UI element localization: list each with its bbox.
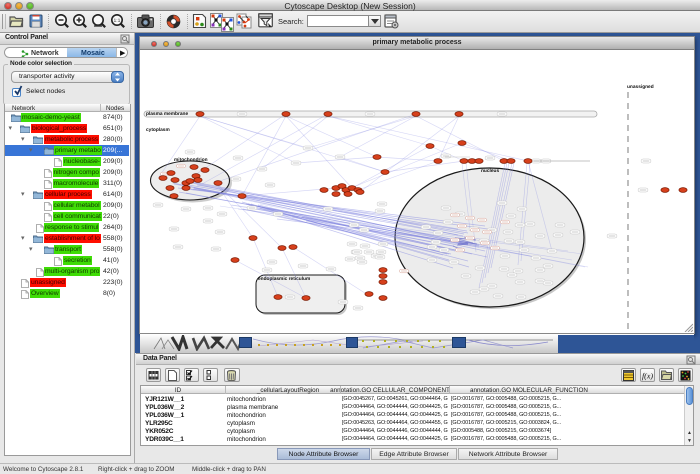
- svg-text:endoplasmic reticulum: endoplasmic reticulum: [258, 276, 310, 282]
- svg-text:cytoplasm: cytoplasm: [146, 127, 170, 133]
- svg-text:nucleus: nucleus: [481, 168, 499, 174]
- svg-text:mitochondrion: mitochondrion: [174, 157, 208, 163]
- svg-text:f(x): f(x): [642, 372, 653, 381]
- svg-text:unassigned: unassigned: [627, 84, 654, 90]
- svg-text:plasma membrane: plasma membrane: [146, 111, 188, 117]
